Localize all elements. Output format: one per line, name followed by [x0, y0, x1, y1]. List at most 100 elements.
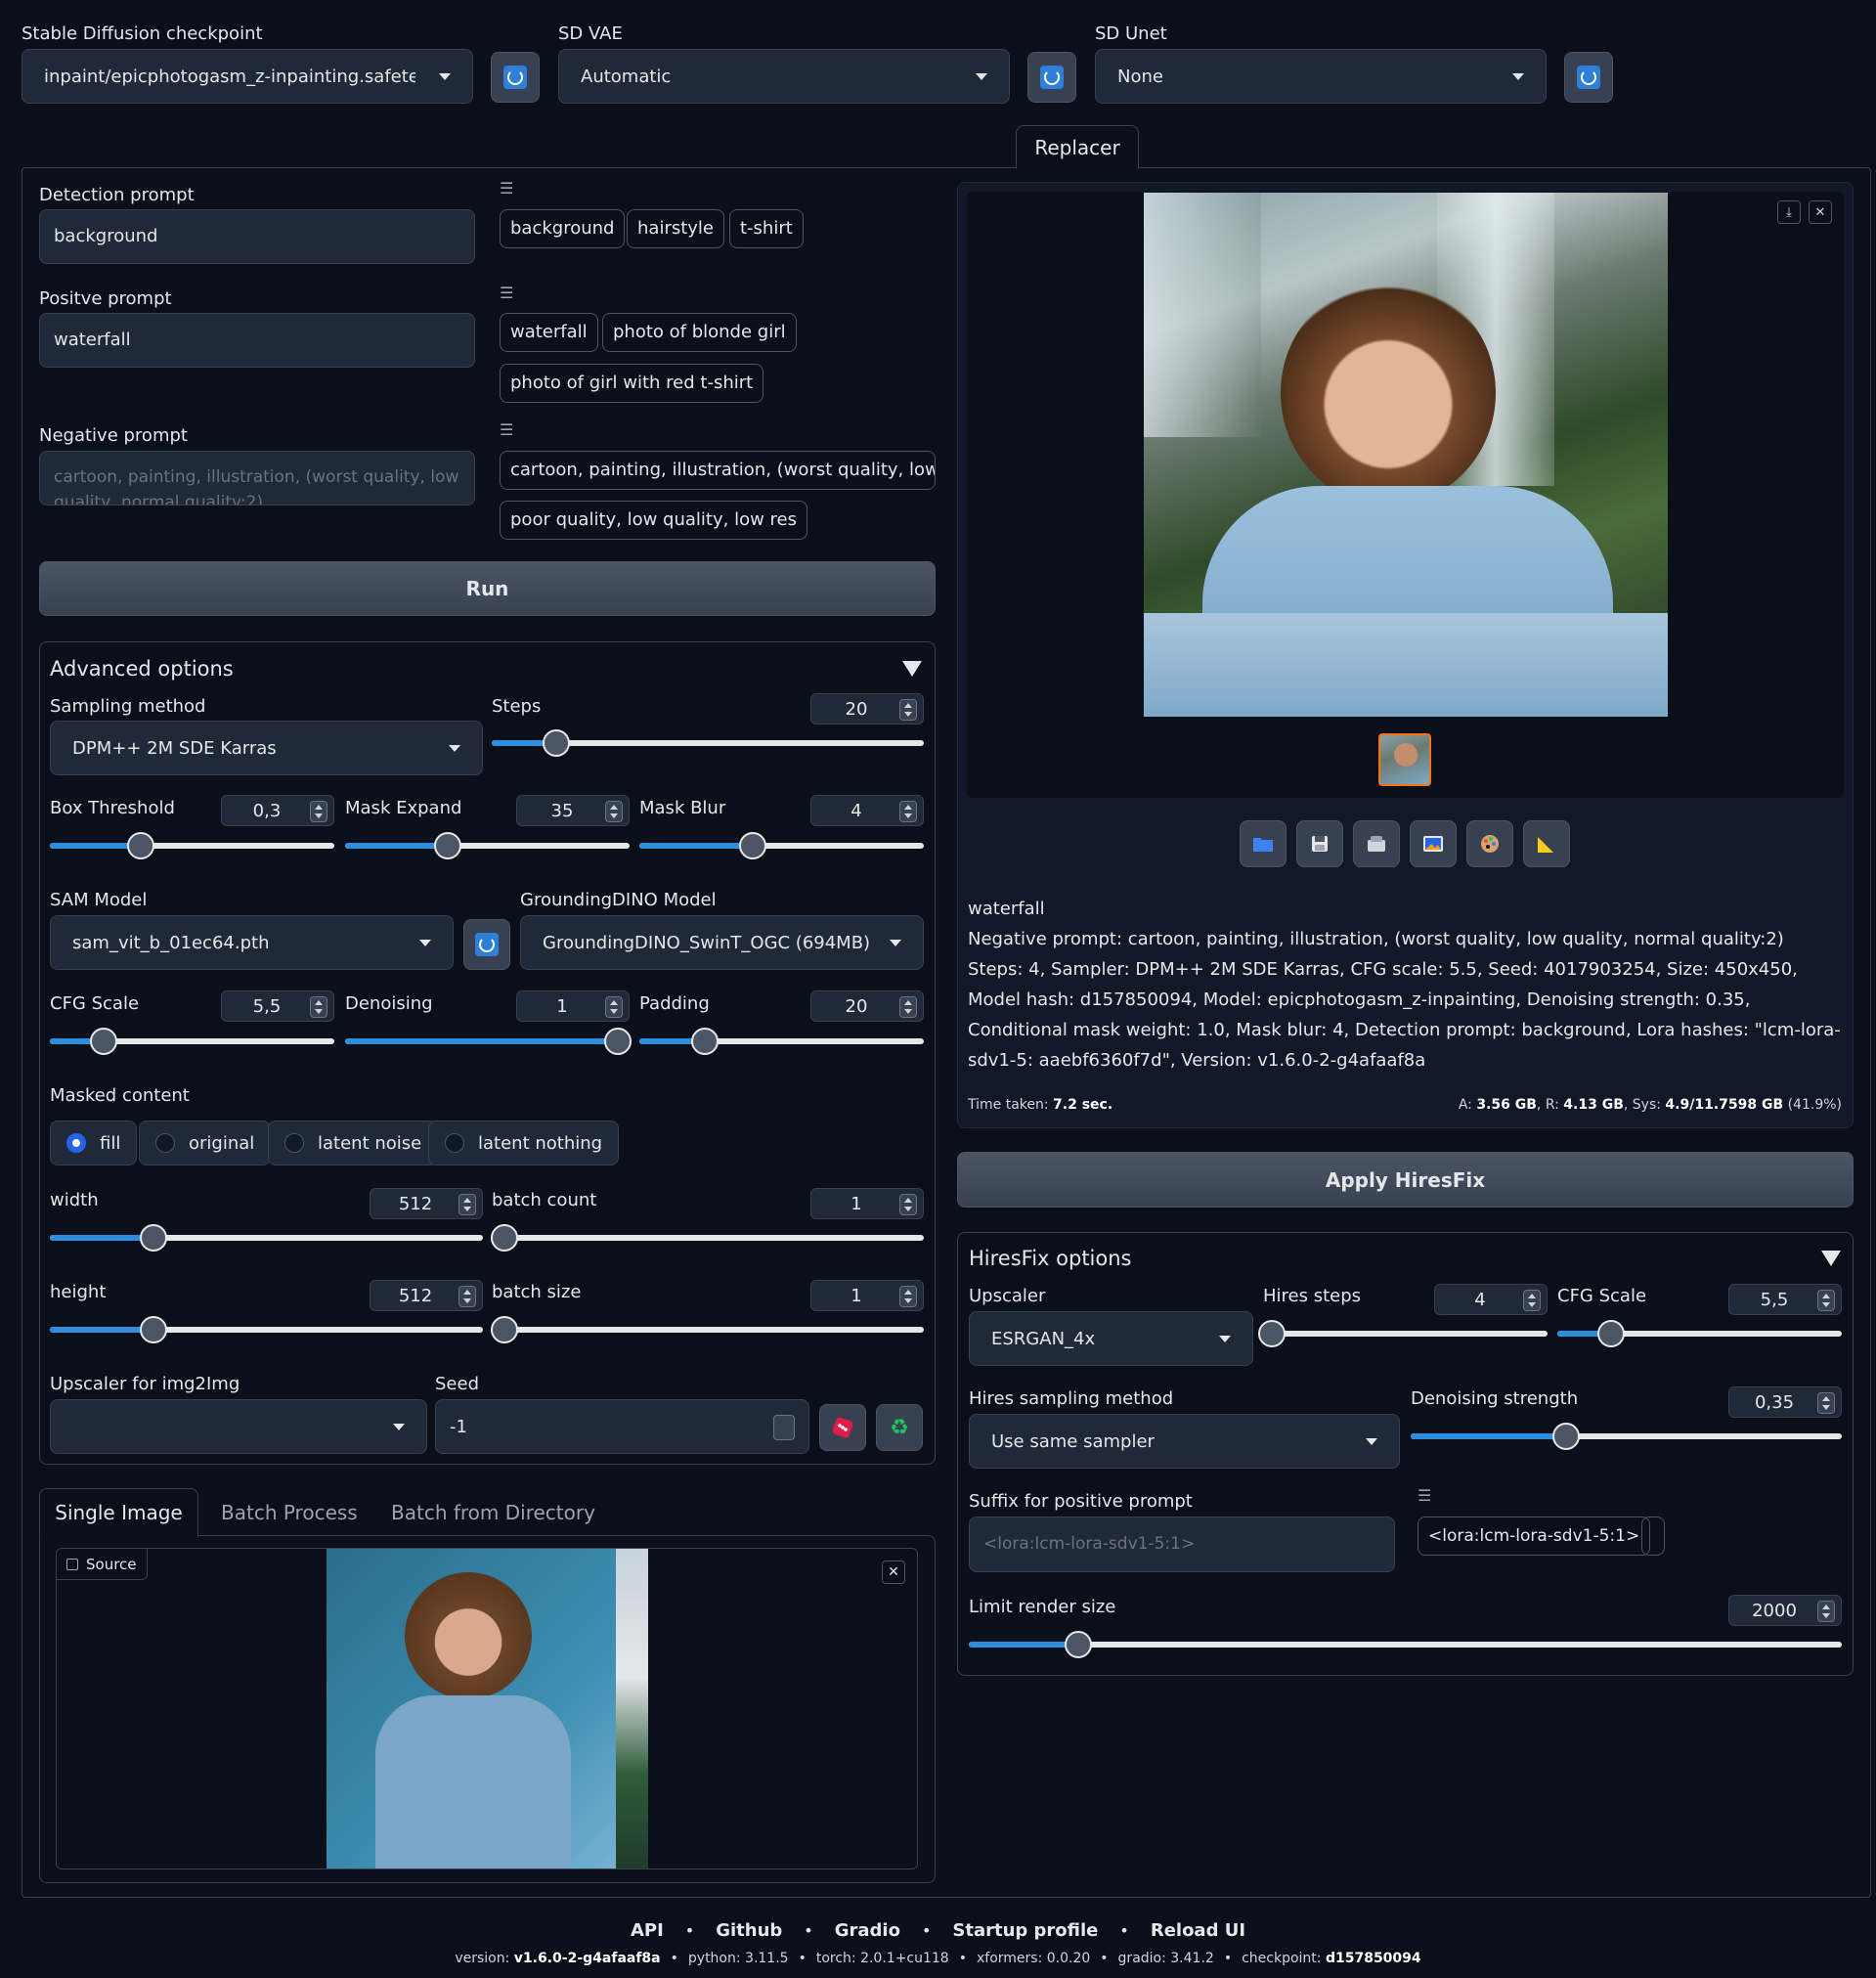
radio-fill[interactable]: fill [50, 1121, 138, 1165]
output-image[interactable] [1144, 193, 1668, 717]
sam-model-dropdown[interactable]: sam_vit_b_01ec64.pth [50, 915, 454, 970]
run-button[interactable]: Run [39, 561, 936, 616]
denoising-input[interactable]: 1 [516, 990, 630, 1022]
send-to-inpaint-palette-icon[interactable] [1466, 820, 1513, 867]
slider-thumb[interactable] [1551, 1423, 1580, 1450]
suffix-chip[interactable]: <lora:lcm-lora-sdv1-5:1> [1418, 1516, 1651, 1556]
seed-input[interactable]: -1 [435, 1399, 809, 1454]
send-to-img2img-icon[interactable] [1410, 820, 1457, 867]
padding-slider[interactable] [639, 1028, 924, 1055]
mask-expand-input[interactable]: 35 [516, 795, 630, 826]
hires-cfg-slider[interactable] [1557, 1320, 1842, 1347]
collapse-triangle-icon[interactable] [1821, 1251, 1841, 1266]
reuse-seed-recycle-icon[interactable]: ♻ [876, 1404, 923, 1451]
limit-render-slider[interactable] [969, 1631, 1842, 1658]
positive-chip[interactable]: photo of girl with red t-shirt [500, 364, 764, 403]
refresh-unet-button[interactable] [1564, 52, 1613, 103]
refresh-checkpoint-button[interactable] [491, 52, 540, 103]
negative-chip[interactable]: poor quality, low quality, low res [500, 501, 807, 540]
advanced-options-title[interactable]: Advanced options [50, 657, 234, 681]
empty-chip[interactable] [1641, 1516, 1665, 1556]
gallery-thumbnail[interactable] [1378, 733, 1431, 786]
open-folder-icon[interactable] [1240, 820, 1287, 867]
detection-chip[interactable]: background [500, 209, 626, 248]
footer-link-reload-ui[interactable]: Reload UI [1151, 1920, 1245, 1941]
hiresfix-options-title[interactable]: HiresFix options [969, 1247, 1132, 1270]
hires-denoise-input[interactable]: 0,35 [1728, 1386, 1842, 1418]
hires-denoise-slider[interactable] [1411, 1423, 1842, 1450]
tab-single-image[interactable]: Single Image [39, 1488, 198, 1537]
spinner-icon[interactable] [605, 996, 623, 1018]
cfg-scale-slider[interactable] [50, 1028, 334, 1055]
download-icon[interactable]: ⤓ [1777, 200, 1801, 224]
mask-blur-input[interactable]: 4 [810, 795, 924, 826]
batch-count-slider[interactable] [491, 1224, 924, 1252]
spinner-icon[interactable] [310, 996, 327, 1018]
height-input[interactable]: 512 [370, 1280, 483, 1311]
zip-archive-icon[interactable] [1353, 820, 1400, 867]
unet-dropdown[interactable]: None [1095, 49, 1547, 104]
spinner-icon[interactable] [899, 699, 917, 721]
positive-chip[interactable]: waterfall [500, 313, 598, 352]
padding-input[interactable]: 20 [810, 990, 924, 1022]
spinner-icon[interactable] [1523, 1290, 1541, 1311]
slider-thumb[interactable] [433, 832, 461, 859]
width-input[interactable]: 512 [370, 1188, 483, 1219]
footer-link-startup-profile[interactable]: Startup profile [952, 1920, 1098, 1941]
spinner-icon[interactable] [1817, 1392, 1835, 1414]
close-icon[interactable]: ✕ [882, 1560, 905, 1584]
sampling-method-dropdown[interactable]: DPM++ 2M SDE Karras [50, 721, 483, 775]
refresh-sam-button[interactable] [463, 919, 510, 970]
height-slider[interactable] [50, 1316, 483, 1343]
hires-upscaler-dropdown[interactable]: ESRGAN_4x [969, 1311, 1253, 1366]
radio-latent-nothing[interactable]: latent nothing [428, 1121, 620, 1165]
source-image-dropzone[interactable]: Source ✕ [56, 1548, 918, 1869]
vae-dropdown[interactable]: Automatic [558, 49, 1010, 104]
tab-batch-from-directory[interactable]: Batch from Directory [391, 1501, 595, 1524]
spinner-icon[interactable] [899, 1194, 917, 1215]
limit-render-input[interactable]: 2000 [1728, 1595, 1842, 1626]
steps-slider[interactable] [492, 729, 924, 757]
batch-size-slider[interactable] [491, 1316, 924, 1343]
random-seed-dice-icon[interactable] [819, 1404, 866, 1451]
send-to-extras-ruler-icon[interactable] [1523, 820, 1570, 867]
slider-thumb[interactable] [127, 832, 155, 859]
radio-latent-noise[interactable]: latent noise [268, 1121, 439, 1165]
refresh-vae-button[interactable] [1027, 52, 1076, 103]
detection-chip[interactable]: hairstyle [627, 209, 725, 248]
upscaler-img2img-dropdown[interactable] [50, 1399, 427, 1454]
tab-replacer[interactable]: Replacer [1016, 125, 1139, 169]
footer-link-github[interactable]: Github [716, 1920, 782, 1941]
spinner-icon[interactable] [899, 996, 917, 1018]
batch-count-input[interactable]: 1 [810, 1188, 924, 1219]
spinner-icon[interactable] [458, 1286, 476, 1307]
positive-prompt-input[interactable]: waterfall [39, 313, 475, 368]
slider-thumb[interactable] [690, 1028, 719, 1055]
groundingdino-dropdown[interactable]: GroundingDINO_SwinT_OGC (694MB) [520, 915, 924, 970]
spinner-icon[interactable] [899, 1286, 917, 1307]
positive-chip[interactable]: photo of blonde girl [602, 313, 797, 352]
spinner-icon[interactable] [1817, 1290, 1835, 1311]
box-threshold-slider[interactable] [50, 832, 334, 859]
save-icon[interactable] [1296, 820, 1343, 867]
close-icon[interactable]: ✕ [1809, 200, 1832, 224]
hires-steps-slider[interactable] [1257, 1320, 1548, 1347]
batch-size-input[interactable]: 1 [810, 1280, 924, 1311]
cfg-scale-input[interactable]: 5,5 [221, 990, 334, 1022]
spinner-icon[interactable] [310, 801, 327, 822]
hires-steps-input[interactable]: 4 [1434, 1284, 1548, 1315]
footer-link-api[interactable]: API [631, 1920, 664, 1941]
apply-hiresfix-button[interactable]: Apply HiresFix [957, 1152, 1854, 1208]
detection-prompt-input[interactable]: background [39, 209, 475, 264]
spinner-icon[interactable] [773, 1415, 795, 1440]
box-threshold-input[interactable]: 0,3 [221, 795, 334, 826]
footer-link-gradio[interactable]: Gradio [835, 1920, 900, 1941]
spinner-icon[interactable] [605, 801, 623, 822]
hires-sampler-dropdown[interactable]: Use same sampler [969, 1414, 1400, 1469]
slider-thumb[interactable] [1257, 1320, 1286, 1347]
denoising-slider[interactable] [345, 1028, 633, 1055]
slider-thumb[interactable] [1064, 1631, 1092, 1658]
spinner-icon[interactable] [458, 1194, 476, 1215]
checkpoint-dropdown[interactable]: inpaint/epicphotogasm_z-inpainting.safet… [22, 49, 473, 104]
tab-batch-process[interactable]: Batch Process [221, 1501, 358, 1524]
